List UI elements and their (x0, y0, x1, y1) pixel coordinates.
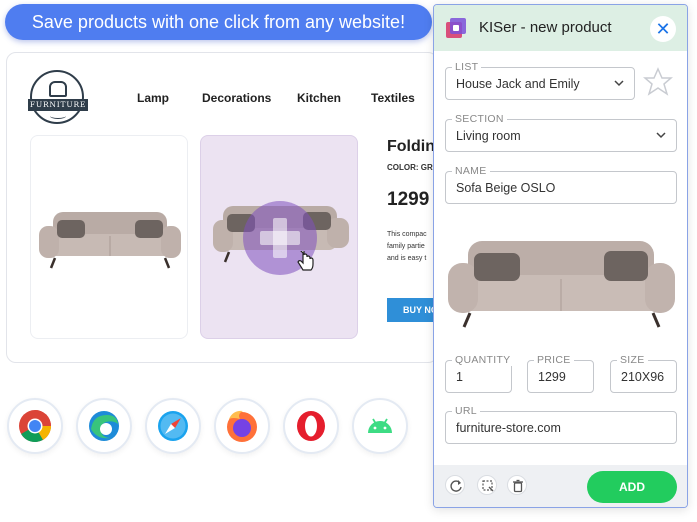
stage: Save products with one click from any we… (0, 0, 697, 522)
chair-icon (49, 81, 67, 97)
chrome-browser[interactable] (7, 398, 63, 454)
nav-item-lamp[interactable]: Lamp (137, 91, 169, 105)
firefox-icon (227, 410, 257, 442)
list-value: House Jack and Emily (456, 77, 580, 91)
star-icon[interactable] (643, 67, 673, 97)
name-label: NAME (452, 165, 490, 177)
quantity-label: QUANTITY (452, 354, 514, 366)
hand-cursor-icon (297, 251, 314, 271)
product-title: Folding (387, 138, 437, 155)
list-label: LIST (452, 61, 482, 73)
kiser-logo-icon (446, 18, 466, 38)
size-value: 210X96 (621, 370, 665, 384)
product-description: This compac family partie and is easy t (387, 229, 437, 265)
popup-title: KISer - new product (479, 19, 612, 36)
price-label: PRICE (534, 354, 574, 366)
crop-select-icon (482, 480, 494, 492)
website-mockup: FURNITURE Lamp Decorations Kitchen Texti… (6, 52, 438, 363)
promo-banner: Save products with one click from any we… (5, 4, 432, 40)
price-field[interactable]: PRICE 1299 (527, 354, 594, 393)
extension-popup: KISer - new product ✕ LIST House Jack an… (433, 4, 688, 508)
close-button[interactable]: ✕ (650, 16, 676, 42)
logo-swirl (50, 113, 66, 119)
refresh-button[interactable] (445, 475, 465, 495)
name-field[interactable]: NAME Sofa Beige OSLO (445, 165, 677, 204)
section-value: Living room (456, 129, 521, 143)
price-value: 1299 (538, 370, 566, 384)
name-value: Sofa Beige OSLO (456, 181, 556, 195)
store-logo-text: FURNITURE (28, 99, 88, 111)
popup-footer: ADD (434, 465, 687, 507)
size-label: SIZE (617, 354, 648, 366)
add-button[interactable]: ADD (587, 471, 677, 503)
url-label: URL (452, 405, 480, 417)
android-icon (368, 418, 392, 433)
popup-header: KISer - new product ✕ (434, 5, 687, 51)
list-select[interactable]: LIST House Jack and Emily (445, 61, 635, 100)
url-field[interactable]: URL furniture-store.com (445, 405, 677, 444)
trash-icon (513, 479, 523, 493)
description-line: and is easy t (387, 255, 427, 262)
quantity-value: 1 (456, 370, 463, 384)
product-preview-image (448, 241, 675, 328)
opera-icon (297, 411, 325, 441)
store-logo[interactable]: FURNITURE (28, 70, 88, 124)
chevron-down-icon (614, 80, 624, 87)
nav-item-textiles[interactable]: Textiles (371, 91, 415, 105)
firefox-browser[interactable] (214, 398, 270, 454)
select-area-button[interactable] (477, 475, 497, 495)
sofa-image (39, 212, 181, 269)
edge-icon (89, 411, 119, 441)
opera-browser[interactable] (283, 398, 339, 454)
section-label: SECTION (452, 113, 507, 125)
buy-now-button[interactable]: BUY NO (387, 298, 437, 322)
chrome-icon (19, 410, 52, 443)
safari-icon (158, 411, 188, 441)
quantity-field[interactable]: QUANTITY 1 (445, 354, 514, 393)
url-value: furniture-store.com (456, 421, 561, 435)
refresh-icon (450, 480, 462, 492)
size-field[interactable]: SIZE 210X96 (610, 354, 677, 393)
safari-browser[interactable] (145, 398, 201, 454)
chevron-down-icon (656, 132, 666, 139)
description-line: family partie (387, 243, 425, 250)
product-color: COLOR: GR (387, 163, 433, 172)
description-line: This compac (387, 231, 427, 238)
nav-item-kitchen[interactable]: Kitchen (297, 91, 341, 105)
product-thumbnail[interactable] (30, 135, 188, 339)
delete-button[interactable] (507, 475, 527, 495)
nav-item-decorations[interactable]: Decorations (202, 91, 271, 105)
product-price: 1299 (387, 189, 430, 210)
section-select[interactable]: SECTION Living room (445, 113, 677, 152)
android-platform[interactable] (352, 398, 408, 454)
edge-browser[interactable] (76, 398, 132, 454)
